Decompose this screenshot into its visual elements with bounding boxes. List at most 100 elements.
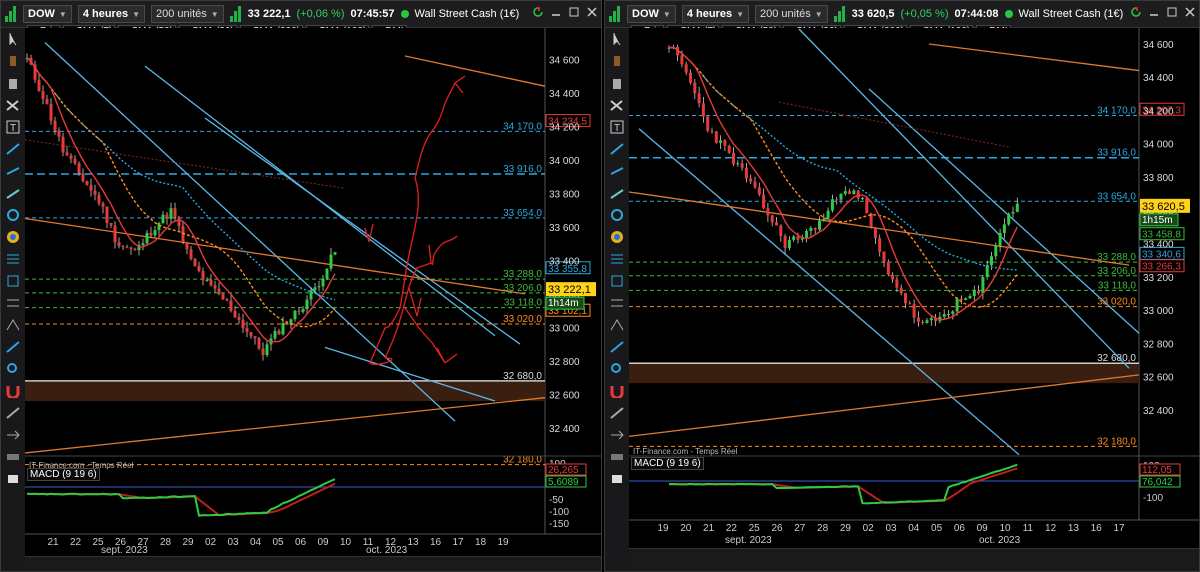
arrow-tool-icon[interactable]: [608, 428, 626, 442]
candle-body: [97, 194, 101, 204]
pin-tool-icon[interactable]: [608, 54, 626, 68]
levels-tool-icon[interactable]: [608, 296, 626, 310]
candle-body: [684, 64, 688, 73]
candle-body: [201, 271, 205, 281]
candle-body: [209, 279, 213, 286]
channel-tool-icon[interactable]: [4, 164, 22, 178]
quote-icon: [229, 6, 242, 22]
minimize-icon[interactable]: [1149, 7, 1159, 17]
candle-body: [972, 290, 976, 296]
candle-body: [873, 227, 877, 239]
candle-body: [809, 227, 813, 231]
color-wheel-icon[interactable]: [608, 230, 626, 244]
price-chart[interactable]: 34 170,0 34 207,333 916,033 654,033 458,8…: [629, 28, 1200, 572]
candle-body: [839, 193, 843, 200]
price-chart[interactable]: 34 170,0 34 234,533 916,033 654,033 355,8…: [25, 28, 602, 572]
close-icon[interactable]: [587, 7, 597, 17]
candle-body: [689, 72, 692, 83]
candle-body: [701, 103, 705, 117]
candle-body: [229, 300, 233, 311]
candle-body: [899, 287, 903, 294]
candle-body: [830, 199, 834, 211]
label-tool-icon[interactable]: [608, 450, 626, 464]
x-tick-label: 19: [497, 537, 509, 548]
candle-body: [321, 278, 325, 287]
pin-tool-icon[interactable]: [4, 54, 22, 68]
units-select[interactable]: 200 unités ▼: [754, 5, 828, 23]
magnet-icon[interactable]: [4, 384, 22, 398]
timeframe-select[interactable]: 4 heures ▼: [77, 5, 145, 23]
refresh-icon[interactable]: [1131, 7, 1141, 17]
alert-tool-icon[interactable]: [4, 472, 22, 486]
candle-body: [895, 279, 899, 288]
ray-tool-icon[interactable]: [608, 186, 626, 200]
fibonacci-tool-icon[interactable]: [608, 252, 626, 266]
levels-tool-icon[interactable]: [4, 296, 22, 310]
candle-body: [710, 130, 714, 132]
candle-body: [253, 336, 257, 339]
ray-tool-icon[interactable]: [4, 186, 22, 200]
maximize-icon[interactable]: [1167, 7, 1177, 17]
tools-icon[interactable]: [608, 98, 626, 112]
text-tool-icon[interactable]: T: [4, 120, 22, 134]
candle-body: [697, 93, 701, 104]
pitchfork-tool-icon[interactable]: [608, 318, 626, 332]
cursor-tool-icon[interactable]: [4, 32, 22, 46]
cycle-tool-icon[interactable]: [608, 208, 626, 222]
alert-tool-icon[interactable]: [608, 472, 626, 486]
text-tool-icon[interactable]: T: [608, 120, 626, 134]
macd-value-label: 5,6089: [548, 477, 579, 488]
x-tick-label: 28: [160, 537, 172, 548]
zoom-tool-icon[interactable]: [608, 362, 626, 376]
price-tick-label: 34 000: [549, 156, 580, 167]
gann-tool-icon[interactable]: [4, 274, 22, 288]
timeframe-select[interactable]: 4 heures ▼: [681, 5, 749, 23]
close-icon[interactable]: [1185, 7, 1195, 17]
symbol-select[interactable]: DOW ▼: [23, 5, 72, 23]
candle-body: [680, 55, 684, 65]
trash-icon[interactable]: [608, 76, 626, 90]
measure-tool-icon[interactable]: [608, 406, 626, 420]
price-tick-label: 34 200: [549, 122, 580, 133]
candle-body: [749, 178, 753, 182]
cycle-tool-icon[interactable]: [4, 208, 22, 222]
x-tick-label: 05: [931, 523, 943, 534]
macd-legend[interactable]: MACD (9 19 6): [27, 468, 100, 481]
macd-legend[interactable]: MACD (9 19 6): [631, 457, 704, 470]
quote-change: (+0,05 %): [900, 8, 949, 20]
candle-body: [955, 298, 959, 312]
maximize-icon[interactable]: [569, 7, 579, 17]
candle-body: [105, 206, 109, 223]
symbol-select[interactable]: DOW ▼: [627, 5, 676, 23]
zoom-tool-icon[interactable]: [4, 362, 22, 376]
candle-body: [968, 295, 972, 299]
fibonacci-tool-icon[interactable]: [4, 252, 22, 266]
measure-tool-icon[interactable]: [4, 406, 22, 420]
color-wheel-icon[interactable]: [4, 230, 22, 244]
trendline-tool-icon[interactable]: [4, 142, 22, 156]
candle-body: [714, 131, 718, 143]
trash-icon[interactable]: [4, 76, 22, 90]
channel-tool-icon[interactable]: [608, 164, 626, 178]
level-label: 33 118,0: [1098, 280, 1137, 291]
line-tool-icon[interactable]: [4, 340, 22, 354]
macd-value-label: 112,05: [1142, 465, 1172, 476]
candle-body: [753, 181, 757, 188]
minimize-icon[interactable]: [551, 7, 561, 17]
pitchfork-tool-icon[interactable]: [4, 318, 22, 332]
units-select[interactable]: 200 unités ▼: [150, 5, 224, 23]
magnet-icon[interactable]: [608, 384, 626, 398]
refresh-icon[interactable]: [533, 7, 543, 17]
gann-tool-icon[interactable]: [608, 274, 626, 288]
candle-body: [848, 191, 852, 195]
label-tool-icon[interactable]: [4, 450, 22, 464]
arrow-tool-icon[interactable]: [4, 428, 22, 442]
tools-icon[interactable]: [4, 98, 22, 112]
cursor-tool-icon[interactable]: [608, 32, 626, 46]
candle-body: [732, 152, 735, 165]
price-tick-label: 34 400: [1143, 73, 1174, 84]
x-tick-label: 19: [657, 523, 669, 534]
line-tool-icon[interactable]: [608, 340, 626, 354]
trendline-tool-icon[interactable]: [608, 142, 626, 156]
level-label: 33 020,0: [1097, 297, 1136, 308]
